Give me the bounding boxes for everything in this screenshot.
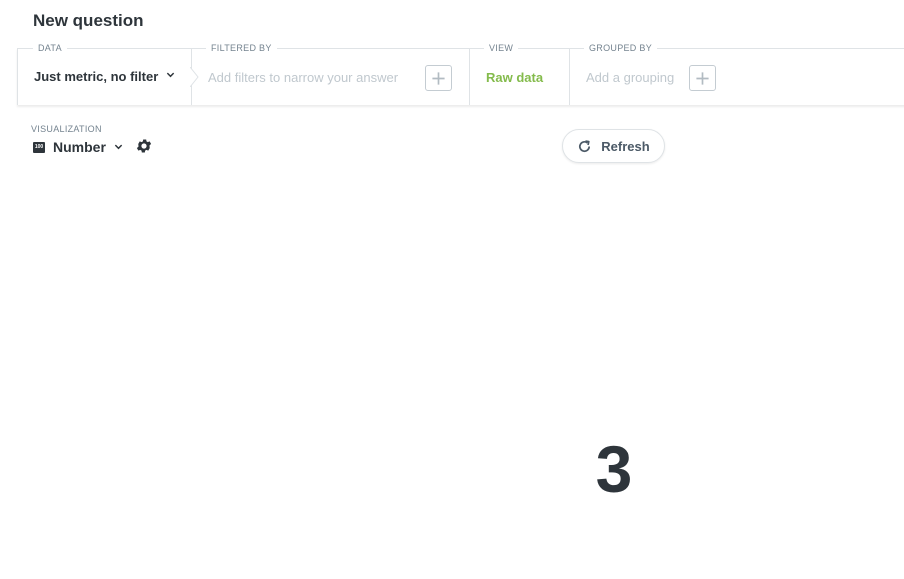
grouping-section-label: GROUPED BY [584,43,658,54]
add-grouping-placeholder[interactable]: Add a grouping [586,70,674,85]
page-title: New question [33,11,144,30]
filter-section: FILTERED BY Add filters to narrow your a… [190,43,469,105]
view-section-label: VIEW [484,43,519,54]
chevron-down-icon[interactable] [114,142,123,153]
visualization-label: VISUALIZATION [31,124,102,134]
visualization-picker[interactable]: 100 Number [33,139,123,155]
chevron-down-icon[interactable] [166,70,175,82]
visualization-type[interactable]: Number [53,139,106,155]
refresh-label: Refresh [601,138,650,154]
gear-icon[interactable] [135,137,153,155]
view-section[interactable]: VIEW Raw data [469,43,569,105]
plus-icon [432,71,445,85]
view-mode-value[interactable]: Raw data [486,70,543,85]
add-grouping-button[interactable] [689,65,716,91]
refresh-icon [579,139,591,152]
data-section-label: DATA [33,43,67,54]
plus-icon [696,71,709,85]
section-arrow-icon [190,67,199,87]
data-section[interactable]: DATA Just metric, no filter [18,43,191,105]
filter-section-label: FILTERED BY [206,43,277,54]
number-viz-icon: 100 [33,141,45,153]
refresh-button[interactable]: Refresh [562,129,665,163]
grouping-section: GROUPED BY Add a grouping [569,43,904,105]
data-source-value[interactable]: Just metric, no filter [34,69,158,84]
scalar-result-value: 3 [595,432,633,506]
add-filter-button[interactable] [425,65,452,91]
query-builder-bar: DATA Just metric, no filter FILTERED BY … [17,43,904,105]
add-filter-placeholder[interactable]: Add filters to narrow your answer [208,70,398,85]
